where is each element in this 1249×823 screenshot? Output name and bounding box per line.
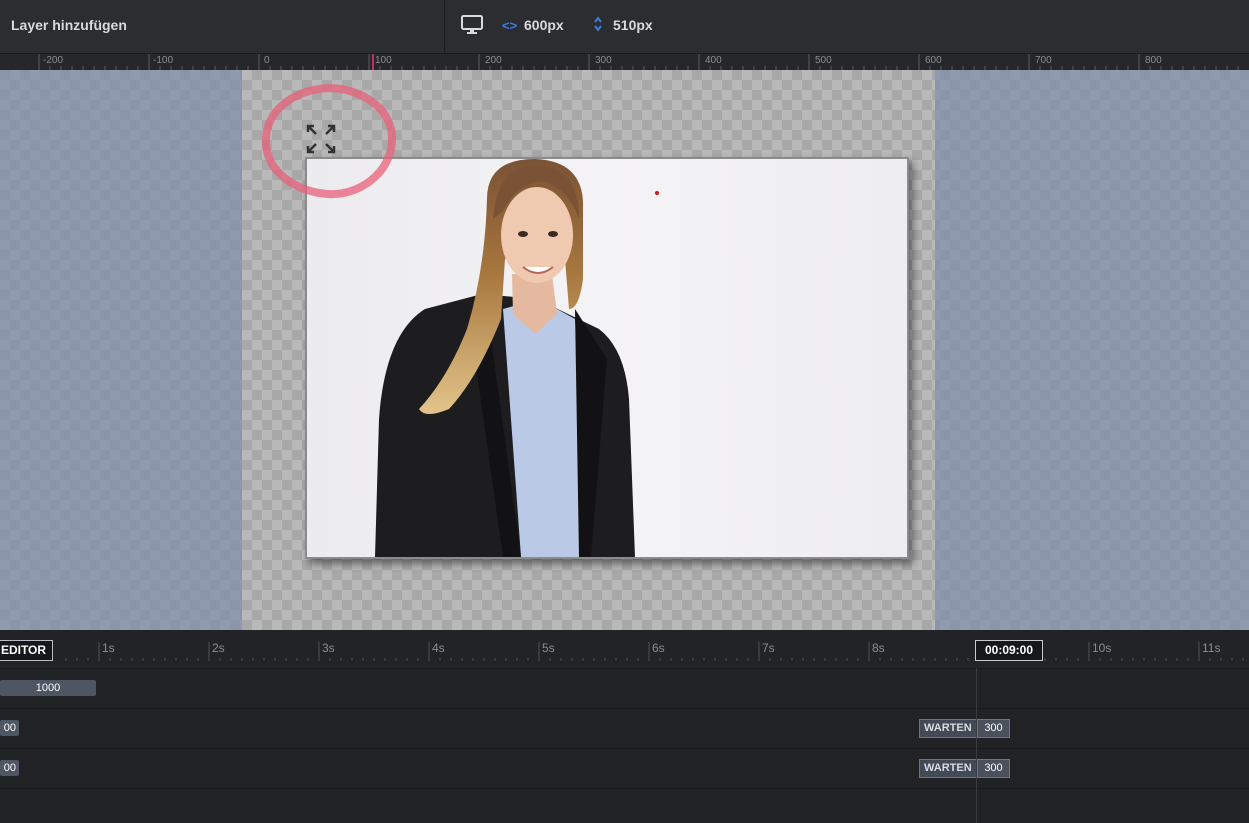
second-label: 2s — [212, 641, 225, 655]
portrait-photo — [375, 159, 659, 557]
top-toolbar: Layer hinzufügen <> 600px 510px — [0, 0, 1249, 53]
editor-stage[interactable] — [0, 70, 1249, 630]
timeline-ticks — [65, 642, 1244, 661]
timeline-row: 00 WARTEN 300 — [0, 749, 1249, 789]
ruler-label: 800 — [1145, 55, 1162, 66]
timeline-row: 00 WARTEN 300 — [0, 709, 1249, 749]
layer-duration-bar[interactable]: 1000 — [0, 680, 96, 696]
ruler-label: -200 — [43, 55, 64, 66]
wait-label[interactable]: WARTEN — [919, 719, 977, 738]
second-label: 6s — [652, 641, 665, 655]
wait-label[interactable]: WARTEN — [919, 759, 977, 778]
second-label: 1s — [102, 641, 115, 655]
ruler-ticks — [38, 54, 1239, 71]
ruler-label: 700 — [1035, 55, 1052, 66]
timeline-playhead[interactable] — [976, 668, 977, 823]
ruler-label: -100 — [153, 55, 174, 66]
ruler-label: 300 — [595, 55, 612, 66]
wait-value[interactable]: 300 — [977, 719, 1010, 738]
width-value[interactable]: 600px — [524, 17, 564, 33]
ruler-label: 100 — [375, 55, 392, 66]
add-layer-button[interactable]: Layer hinzufügen — [11, 17, 127, 33]
height-value[interactable]: 510px — [613, 17, 653, 33]
timeline-header: EDITOR 1s 2s 3s 4s 5s 6s 7s 8s 10s 11s 0… — [0, 630, 1249, 669]
second-label: 4s — [432, 641, 445, 655]
layer-duration-bar[interactable]: 00 — [0, 760, 19, 776]
ruler-label: 400 — [705, 55, 722, 66]
toolbar-divider — [444, 0, 445, 53]
second-label: 7s — [762, 641, 775, 655]
second-label: 5s — [542, 641, 555, 655]
current-time-indicator[interactable]: 00:09:00 — [975, 640, 1043, 661]
timeline-row: 1000 — [0, 669, 1249, 709]
second-label: 3s — [322, 641, 335, 655]
image-layer[interactable] — [305, 157, 909, 559]
expand-icon[interactable] — [306, 124, 336, 154]
horizontal-ruler: -200 -100 0 100 200 300 400 500 600 700 … — [0, 53, 1249, 71]
second-label: 11s — [1202, 641, 1221, 655]
ruler-label: 0 — [264, 55, 270, 66]
monitor-icon[interactable] — [461, 15, 483, 35]
timeline-panel: EDITOR 1s 2s 3s 4s 5s 6s 7s 8s 10s 11s 0… — [0, 630, 1249, 823]
ruler-position-marker — [372, 54, 374, 71]
ruler-label: 200 — [485, 55, 502, 66]
second-label: 8s — [872, 641, 885, 655]
editor-button[interactable]: EDITOR — [0, 640, 53, 661]
second-label: 10s — [1092, 641, 1112, 655]
ruler-label: 600 — [925, 55, 942, 66]
ruler-label: 500 — [815, 55, 832, 66]
width-icon: <> — [502, 18, 518, 33]
layer-duration-bar[interactable]: 00 — [0, 720, 19, 736]
wait-value[interactable]: 300 — [977, 759, 1010, 778]
height-icon — [594, 16, 602, 32]
